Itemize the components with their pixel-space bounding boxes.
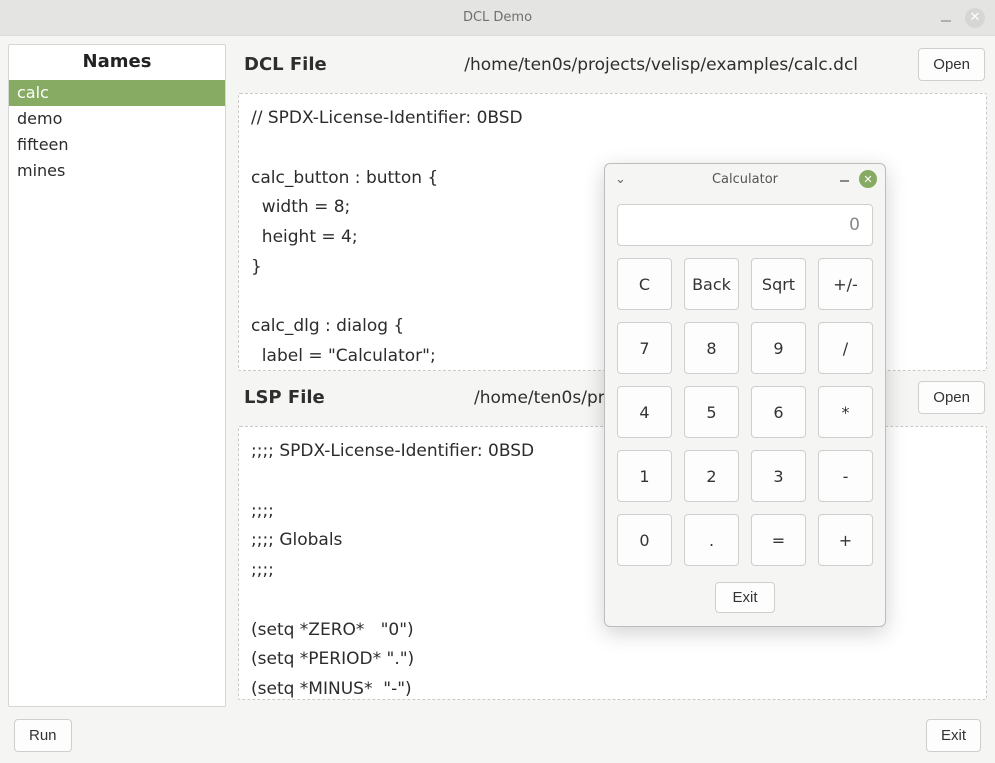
calc-btn-equals[interactable]: = bbox=[751, 514, 806, 566]
calc-btn-3[interactable]: 3 bbox=[751, 450, 806, 502]
lsp-open-button[interactable]: Open bbox=[918, 381, 985, 414]
calc-btn-5[interactable]: 5 bbox=[684, 386, 739, 438]
dcl-file-path: /home/ten0s/projects/velisp/examples/cal… bbox=[404, 55, 918, 75]
sidebar-item-demo[interactable]: demo bbox=[9, 106, 225, 132]
calc-btn-back[interactable]: Back bbox=[684, 258, 739, 310]
names-sidebar: Names calc demo fifteen mines bbox=[8, 44, 226, 707]
sidebar-item-label: demo bbox=[17, 109, 62, 128]
calc-btn-4[interactable]: 4 bbox=[617, 386, 672, 438]
calc-btn-0[interactable]: 0 bbox=[617, 514, 672, 566]
dcl-open-button[interactable]: Open bbox=[918, 48, 985, 81]
calculator-close-icon[interactable]: ✕ bbox=[859, 170, 877, 188]
calc-btn-minus[interactable]: - bbox=[818, 450, 873, 502]
window-title: DCL Demo bbox=[463, 10, 532, 25]
sidebar-item-label: calc bbox=[17, 83, 49, 102]
calc-btn-1[interactable]: 1 bbox=[617, 450, 672, 502]
calculator-titlebar[interactable]: ⌄ Calculator ✕ bbox=[605, 164, 885, 194]
lsp-file-label: LSP File bbox=[244, 387, 404, 408]
footer: Run Exit bbox=[0, 715, 995, 763]
chevron-down-icon[interactable]: ⌄ bbox=[615, 172, 626, 187]
exit-button[interactable]: Exit bbox=[926, 719, 981, 752]
close-icon[interactable]: ✕ bbox=[965, 8, 985, 28]
calc-btn-divide[interactable]: / bbox=[818, 322, 873, 374]
calc-btn-6[interactable]: 6 bbox=[751, 386, 806, 438]
calc-btn-sqrt[interactable]: Sqrt bbox=[751, 258, 806, 310]
calculator-keypad: C Back Sqrt +/- 7 8 9 / 4 5 6 * 1 2 3 - … bbox=[617, 258, 873, 566]
calc-btn-plus[interactable]: + bbox=[818, 514, 873, 566]
calculator-body: 0 C Back Sqrt +/- 7 8 9 / 4 5 6 * 1 2 3 … bbox=[605, 194, 885, 625]
calculator-minimize-icon[interactable] bbox=[840, 180, 849, 182]
main-titlebar: DCL Demo ✕ bbox=[0, 0, 995, 36]
calc-btn-plusminus[interactable]: +/- bbox=[818, 258, 873, 310]
minimize-icon[interactable] bbox=[941, 20, 951, 22]
calc-btn-8[interactable]: 8 bbox=[684, 322, 739, 374]
calculator-display[interactable]: 0 bbox=[617, 204, 873, 246]
sidebar-item-mines[interactable]: mines bbox=[9, 158, 225, 184]
calc-btn-period[interactable]: . bbox=[684, 514, 739, 566]
calc-btn-2[interactable]: 2 bbox=[684, 450, 739, 502]
window-controls: ✕ bbox=[941, 8, 985, 28]
calculator-dialog: ⌄ Calculator ✕ 0 C Back Sqrt +/- 7 8 9 /… bbox=[604, 163, 886, 627]
run-button[interactable]: Run bbox=[14, 719, 72, 752]
calc-btn-clear[interactable]: C bbox=[617, 258, 672, 310]
sidebar-header: Names bbox=[9, 45, 225, 80]
dcl-file-label: DCL File bbox=[244, 54, 404, 75]
calc-btn-7[interactable]: 7 bbox=[617, 322, 672, 374]
calc-btn-9[interactable]: 9 bbox=[751, 322, 806, 374]
calculator-exit-button[interactable]: Exit bbox=[715, 582, 774, 613]
sidebar-item-calc[interactable]: calc bbox=[9, 80, 225, 106]
sidebar-item-fifteen[interactable]: fifteen bbox=[9, 132, 225, 158]
dcl-file-header: DCL File /home/ten0s/projects/velisp/exa… bbox=[238, 44, 987, 87]
calculator-title: Calculator bbox=[712, 172, 778, 187]
sidebar-item-label: fifteen bbox=[17, 135, 69, 154]
calc-btn-multiply[interactable]: * bbox=[818, 386, 873, 438]
sidebar-item-label: mines bbox=[17, 161, 65, 180]
